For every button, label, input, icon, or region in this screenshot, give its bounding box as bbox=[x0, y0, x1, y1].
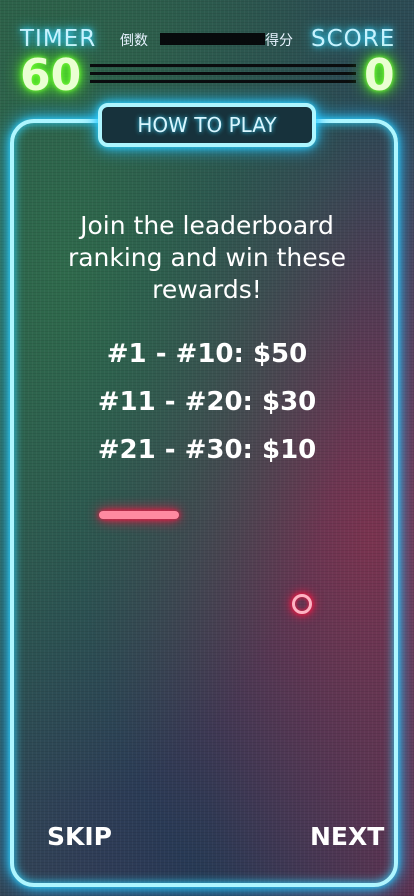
instruction-text: Join the leaderboard ranking and win the… bbox=[67, 211, 347, 304]
timer-value: 60 bbox=[20, 50, 82, 101]
score-sub-label: 得分 bbox=[265, 33, 293, 49]
ball bbox=[292, 594, 312, 614]
paddle bbox=[99, 511, 179, 519]
score-value: 0 bbox=[364, 50, 395, 101]
score-label: SCORE bbox=[311, 26, 396, 52]
timer-sub-label: 倒数 bbox=[120, 33, 148, 49]
hud-lines bbox=[90, 64, 356, 88]
timer-label: TIMER bbox=[20, 26, 97, 52]
how-to-play-badge: HOW TO PLAY bbox=[98, 103, 316, 147]
skip-button[interactable]: SKIP bbox=[47, 822, 112, 851]
reward-tier-1: #1 - #10: $50 bbox=[106, 339, 308, 369]
reward-tier-3: #21 - #30: $10 bbox=[97, 435, 317, 465]
panel-title: HOW TO PLAY bbox=[137, 113, 277, 137]
reward-tier-2: #11 - #20: $30 bbox=[97, 387, 317, 417]
next-button[interactable]: NEXT bbox=[310, 822, 384, 851]
hud-divider-bar bbox=[160, 33, 265, 45]
